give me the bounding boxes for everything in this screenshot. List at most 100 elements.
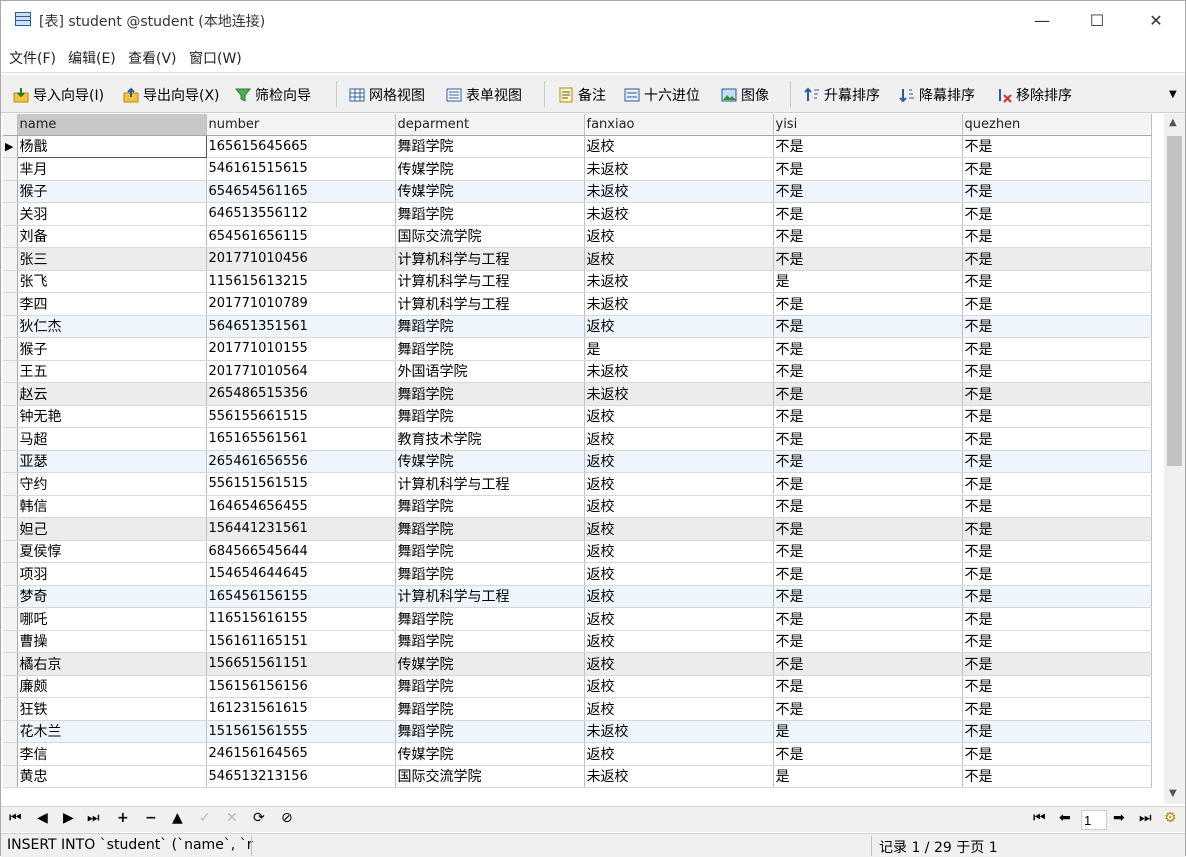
table-cell-name[interactable]: 曹操 [17, 630, 207, 653]
table-cell-quezhen[interactable]: 不是 [962, 180, 1152, 203]
table-cell-yisi[interactable]: 不是 [773, 630, 963, 653]
row-indicator[interactable] [3, 742, 18, 766]
table-cell-yisi[interactable]: 不是 [773, 247, 963, 271]
table-cell-yisi[interactable]: 不是 [773, 360, 963, 383]
row-indicator[interactable] [3, 157, 18, 181]
table-cell-fanxiao[interactable]: 未返校 [584, 157, 774, 181]
table-cell-deparment[interactable]: 传媒学院 [395, 742, 585, 766]
table-cell-quezhen[interactable]: 不是 [962, 607, 1152, 631]
table-cell-yisi[interactable]: 不是 [773, 585, 963, 608]
table-cell-name[interactable]: 狄仁杰 [17, 315, 207, 338]
table-cell-number[interactable]: 654561656115 [206, 225, 396, 248]
table-cell-number[interactable]: 156651561151 [206, 652, 396, 676]
table-cell-number[interactable]: 265486515356 [206, 382, 396, 406]
stop-icon[interactable]: ⊘ [281, 810, 293, 826]
column-header-deparment[interactable]: deparment [395, 114, 585, 136]
table-row[interactable]: 狂铁 161231561615 舞蹈学院 返校 不是 不是 [3, 697, 1152, 721]
table-cell-quezhen[interactable]: 不是 [962, 742, 1152, 766]
table-cell-quezhen[interactable]: 不是 [962, 652, 1152, 676]
column-header-fanxiao[interactable]: fanxiao [584, 114, 774, 136]
add-record-icon[interactable]: + [117, 810, 129, 826]
table-cell-number[interactable]: 164654656455 [206, 495, 396, 518]
table-cell-fanxiao[interactable]: 是 [584, 337, 774, 361]
table-cell-quezhen[interactable]: 不是 [962, 540, 1152, 563]
row-indicator[interactable] [3, 292, 18, 316]
table-cell-name[interactable]: 黄忠 [17, 765, 207, 788]
column-header-yisi[interactable]: yisi [773, 114, 963, 136]
row-indicator[interactable] [3, 315, 18, 338]
table-cell-deparment[interactable]: 计算机科学与工程 [395, 247, 585, 271]
table-cell-name[interactable]: 项羽 [17, 562, 207, 586]
table-row[interactable]: 王五 201771010564 外国语学院 未返校 不是 不是 [3, 360, 1152, 383]
column-header-number[interactable]: number [206, 114, 396, 136]
table-cell-fanxiao[interactable]: 返校 [584, 562, 774, 586]
row-indicator[interactable] [3, 652, 18, 676]
table-cell-number[interactable]: 201771010456 [206, 247, 396, 271]
last-page-icon[interactable]: ⏭ [1139, 810, 1152, 826]
table-row[interactable]: 马超 165165561561 教育技术学院 返校 不是 不是 [3, 427, 1152, 451]
table-cell-yisi[interactable]: 是 [773, 765, 963, 788]
table-cell-deparment[interactable]: 舞蹈学院 [395, 337, 585, 361]
row-indicator[interactable]: ▶ [3, 135, 18, 158]
table-cell-fanxiao[interactable]: 返校 [584, 405, 774, 428]
table-cell-number[interactable]: 151561561555 [206, 720, 396, 743]
image-button[interactable]: 图像 [721, 85, 769, 105]
table-cell-quezhen[interactable]: 不是 [962, 247, 1152, 271]
row-indicator[interactable] [3, 585, 18, 608]
table-cell-deparment[interactable]: 传媒学院 [395, 180, 585, 203]
prev-page-icon[interactable]: ⬅ [1059, 810, 1071, 826]
table-row[interactable]: 橘右京 156651561151 传媒学院 返校 不是 不是 [3, 652, 1152, 676]
table-row[interactable]: 夏侯惇 684566545644 舞蹈学院 返校 不是 不是 [3, 540, 1152, 563]
table-cell-deparment[interactable]: 外国语学院 [395, 360, 585, 383]
table-row[interactable]: 狄仁杰 564651351561 舞蹈学院 返校 不是 不是 [3, 315, 1152, 338]
table-cell-yisi[interactable]: 是 [773, 270, 963, 293]
table-cell-quezhen[interactable]: 不是 [962, 135, 1152, 158]
table-cell-deparment[interactable]: 舞蹈学院 [395, 675, 585, 698]
table-cell-name[interactable]: 橘右京 [17, 652, 207, 676]
table-cell-yisi[interactable]: 不是 [773, 405, 963, 428]
table-cell-name[interactable]: 花木兰 [17, 720, 207, 743]
toolbar-overflow-icon[interactable]: ▼ [1169, 89, 1177, 100]
row-indicator[interactable] [3, 720, 18, 743]
next-record-icon[interactable]: ▶ [63, 810, 74, 826]
table-cell-quezhen[interactable]: 不是 [962, 517, 1152, 541]
scrollbar-thumb[interactable] [1167, 136, 1182, 466]
table-cell-yisi[interactable]: 不是 [773, 562, 963, 586]
table-cell-yisi[interactable]: 不是 [773, 517, 963, 541]
discard-changes-icon[interactable]: ✕ [226, 810, 238, 826]
table-cell-quezhen[interactable]: 不是 [962, 315, 1152, 338]
table-row[interactable]: 梦奇 165456156155 计算机科学与工程 返校 不是 不是 [3, 585, 1152, 608]
remove-sort-button[interactable]: 移除排序 [996, 85, 1072, 105]
table-cell-fanxiao[interactable]: 返校 [584, 607, 774, 631]
table-row[interactable]: 廉颇 156156156156 舞蹈学院 返校 不是 不是 [3, 675, 1152, 698]
table-cell-yisi[interactable]: 是 [773, 720, 963, 743]
table-cell-deparment[interactable]: 国际交流学院 [395, 225, 585, 248]
table-cell-deparment[interactable]: 舞蹈学院 [395, 562, 585, 586]
row-indicator[interactable] [3, 607, 18, 631]
row-indicator[interactable] [3, 562, 18, 586]
table-row[interactable]: 项羽 154654644645 舞蹈学院 返校 不是 不是 [3, 562, 1152, 586]
table-cell-fanxiao[interactable]: 返校 [584, 697, 774, 721]
minimize-button[interactable]: — [1019, 7, 1065, 35]
table-row[interactable]: 亚瑟 265461656556 传媒学院 返校 不是 不是 [3, 450, 1152, 473]
table-cell-name[interactable]: 夏侯惇 [17, 540, 207, 563]
table-cell-name[interactable]: 妲己 [17, 517, 207, 541]
table-cell-name[interactable]: 梦奇 [17, 585, 207, 608]
table-cell-deparment[interactable]: 舞蹈学院 [395, 135, 585, 158]
table-cell-number[interactable]: 161231561615 [206, 697, 396, 721]
prev-record-icon[interactable]: ◀ [37, 810, 48, 826]
table-cell-quezhen[interactable]: 不是 [962, 427, 1152, 451]
table-cell-number[interactable]: 165615645665 [206, 135, 396, 158]
table-cell-yisi[interactable]: 不是 [773, 607, 963, 631]
row-indicator[interactable] [3, 382, 18, 406]
table-cell-fanxiao[interactable]: 返校 [584, 540, 774, 563]
row-indicator[interactable] [3, 675, 18, 698]
table-cell-fanxiao[interactable]: 返校 [584, 247, 774, 271]
table-cell-quezhen[interactable]: 不是 [962, 270, 1152, 293]
table-cell-yisi[interactable]: 不是 [773, 292, 963, 316]
table-cell-fanxiao[interactable]: 返校 [584, 517, 774, 541]
table-cell-deparment[interactable]: 计算机科学与工程 [395, 585, 585, 608]
table-cell-number[interactable]: 115615613215 [206, 270, 396, 293]
table-cell-yisi[interactable]: 不是 [773, 472, 963, 496]
table-cell-yisi[interactable]: 不是 [773, 337, 963, 361]
